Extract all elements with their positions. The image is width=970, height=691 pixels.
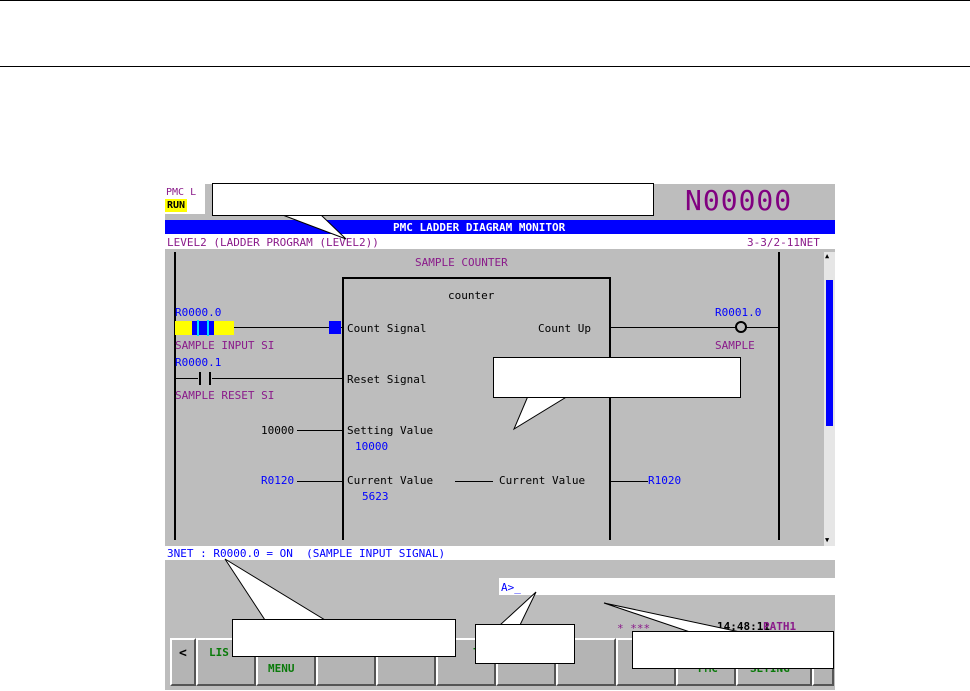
callout-right-bottom (632, 631, 834, 669)
callout-right (493, 357, 741, 398)
callout-right-tail (512, 395, 570, 431)
callout-top (212, 183, 654, 216)
callout-mid-tail (498, 591, 537, 626)
callout-left-tail (224, 558, 327, 621)
callout-left (232, 619, 456, 657)
callout-pointers (224, 213, 741, 633)
callout-top-tail (279, 213, 347, 240)
callout-mid (475, 624, 575, 664)
callout-right-bottom-tail (603, 602, 741, 633)
